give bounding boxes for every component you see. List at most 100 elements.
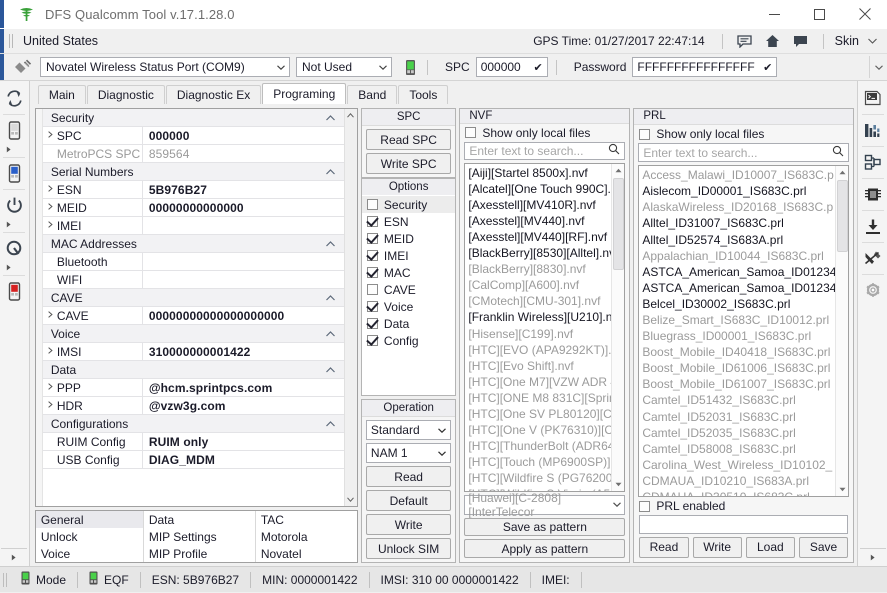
write-button[interactable]: Write [365, 514, 452, 535]
tree-row-value[interactable]: DIAG_MDM [143, 453, 344, 467]
scroll-up-icon[interactable] [836, 166, 849, 179]
checkbox[interactable] [366, 250, 378, 261]
read-button[interactable]: Read [365, 466, 452, 487]
magnifier-icon[interactable] [608, 143, 620, 158]
spc-input[interactable]: 000000 ✔ [475, 57, 548, 77]
scroll-up-icon[interactable] [344, 109, 356, 122]
prl-enabled-checkbox[interactable] [639, 500, 651, 512]
apply-as-pattern-button[interactable]: Apply as pattern [464, 539, 626, 558]
list-item[interactable]: Boost_Mobile_ID61006_IS683C.prl [639, 360, 835, 376]
list-item[interactable]: [HTC][ONE M8 831C][Sprint].n [465, 390, 611, 406]
tree-group-data[interactable]: Data [42, 361, 344, 379]
checkbox[interactable] [366, 233, 378, 244]
list-item[interactable]: [HTC][One M7][VZW ADR 4.4]. [465, 374, 611, 390]
tree-row[interactable]: PPP @hcm.sprintpcs.com [42, 379, 344, 397]
default-button[interactable]: Default [365, 490, 452, 511]
tree-row[interactable]: MetroPCS SPC 859564 [42, 145, 344, 163]
checkbox[interactable] [366, 318, 378, 329]
comment-icon[interactable] [734, 32, 756, 50]
option-esn[interactable]: ESN [362, 213, 455, 230]
chevron-down-icon[interactable] [272, 58, 289, 76]
phone-grey-submenu-arrow[interactable] [1, 144, 27, 155]
list-item[interactable]: [HTC][One SV PL80120][Cricke [465, 406, 611, 422]
list-item[interactable]: [HTC][EVO (APA9292KT)].nvf [465, 342, 611, 358]
expand-arrow-icon[interactable] [48, 311, 53, 320]
download-icon[interactable] [860, 213, 886, 239]
list-item[interactable]: [BlackBerry][8830].nvf [465, 261, 611, 277]
list-item[interactable]: [Hisense][C199].nvf [465, 326, 611, 342]
chevron-up-icon[interactable] [325, 365, 335, 375]
home-icon[interactable] [762, 32, 784, 50]
list-item[interactable]: [BlackBerry][8530][Alltel].nvf [465, 245, 611, 261]
list-item[interactable]: ASTCA_American_Samoa_ID01234 [639, 280, 835, 296]
tree-row-value[interactable]: 859564 [143, 147, 344, 161]
summary-cell[interactable]: Novatel [256, 545, 357, 562]
read-spc-button[interactable]: Read SPC [365, 129, 452, 150]
list-item[interactable]: [HTC][One V (PK76310)][Cricke [465, 422, 611, 438]
refresh-icon[interactable] [1, 85, 27, 111]
status-eqf[interactable]: EQF [78, 567, 140, 593]
minimize-icon[interactable] [752, 0, 797, 29]
summary-cell[interactable]: Voice [36, 545, 143, 562]
list-item[interactable]: [HTC][ThunderBolt (ADR6400)] [465, 438, 611, 454]
list-item[interactable]: Boost_Mobile_ID61007_IS683C.prl [639, 376, 835, 392]
list-item[interactable]: Access_Malawi_ID10007_IS683C.p [639, 167, 835, 183]
option-meid[interactable]: MEID [362, 230, 455, 247]
nam-select[interactable]: NAM 1 [365, 443, 452, 463]
list-item[interactable]: Boost_Mobile_ID40418_IS683C.prl [639, 344, 835, 360]
checkbox[interactable] [366, 284, 378, 295]
list-item[interactable]: CDMAUA_ID30510_IS683C.prl [639, 489, 835, 496]
skin-label[interactable]: Skin [835, 34, 859, 48]
tree-row-value[interactable]: 310000000001422 [143, 345, 344, 359]
option-mac[interactable]: MAC [362, 264, 455, 281]
list-item[interactable]: [HTC][Wildfire S (PG76200)][80 [465, 470, 611, 486]
checkbox[interactable] [366, 301, 378, 312]
tab-tools[interactable]: Tools [398, 85, 449, 104]
list-item[interactable]: CDMAUA_ID10210_IS683A.prl [639, 473, 835, 489]
com-port-select[interactable]: Novatel Wireless Status Port (COM9) [40, 57, 290, 77]
q-icon[interactable] [1, 235, 27, 261]
tree-group-security[interactable]: Security [42, 109, 344, 127]
close-icon[interactable] [842, 0, 887, 29]
chevron-up-icon[interactable] [325, 239, 335, 249]
list-item[interactable]: Appalachian_ID10044_IS683C.prl [639, 248, 835, 264]
save-as-pattern-button[interactable]: Save as pattern [464, 517, 626, 537]
expand-arrow-icon[interactable] [48, 185, 53, 194]
nvf-search-input[interactable]: Enter text to search... [464, 141, 626, 160]
usage-select[interactable]: Not Used [296, 57, 392, 77]
sitemap-icon[interactable] [860, 149, 886, 175]
list-item[interactable]: Alltel_ID52574_IS683A.prl [639, 232, 835, 248]
expand-arrow-icon[interactable] [48, 131, 53, 140]
checkbox[interactable] [366, 335, 378, 346]
tree-row-value[interactable]: 000000 [143, 129, 344, 143]
summary-cell[interactable]: General [35, 511, 143, 528]
list-item[interactable]: Camtel_ID52031_IS683C.prl [639, 409, 835, 425]
nvf-scroll-thumb[interactable] [612, 177, 624, 270]
tree-row[interactable]: SPC 000000 [42, 127, 344, 145]
prl-show-local-row[interactable]: Show only local files [634, 125, 853, 144]
tab-diagnostic-ex[interactable]: Diagnostic Ex [165, 85, 262, 104]
chip-icon[interactable] [860, 181, 886, 207]
tree-row[interactable]: ESN 5B976B27 [42, 181, 344, 199]
password-input[interactable]: FFFFFFFFFFFFFFFF ✔ [632, 57, 778, 77]
tree-row[interactable]: CAVE 00000000000000000000 [42, 307, 344, 325]
expand-arrow-icon[interactable] [48, 221, 53, 230]
expand-arrow-icon[interactable] [48, 401, 53, 410]
summary-cell[interactable]: MIP Settings [144, 528, 255, 545]
prl-enabled-row[interactable]: PRL enabled [634, 497, 853, 516]
tree-row[interactable]: Bluetooth [42, 253, 344, 271]
list-item[interactable]: [HTC][Evo Shift].nvf [465, 358, 611, 374]
operation-mode-select[interactable]: Standard [365, 420, 452, 440]
magnifier-icon[interactable] [832, 145, 844, 160]
prl-scroll-thumb[interactable] [836, 180, 848, 253]
chevron-up-icon[interactable] [325, 293, 335, 303]
option-data[interactable]: Data [362, 315, 455, 332]
prl-show-local-checkbox[interactable] [639, 128, 651, 140]
prl-write-button[interactable]: Write [692, 536, 742, 558]
list-item[interactable]: Aislecom_ID00001_IS683C.prl [639, 183, 835, 199]
tree-row-value[interactable]: 5B976B27 [143, 183, 344, 197]
tree-row[interactable]: USB Config DIAG_MDM [42, 451, 344, 469]
list-item[interactable]: [CalComp][A600].nvf [465, 277, 611, 293]
tree-row[interactable]: HDR @vzw3g.com [42, 397, 344, 415]
list-item[interactable]: Camtel_ID58008_IS683C.prl [639, 441, 835, 457]
